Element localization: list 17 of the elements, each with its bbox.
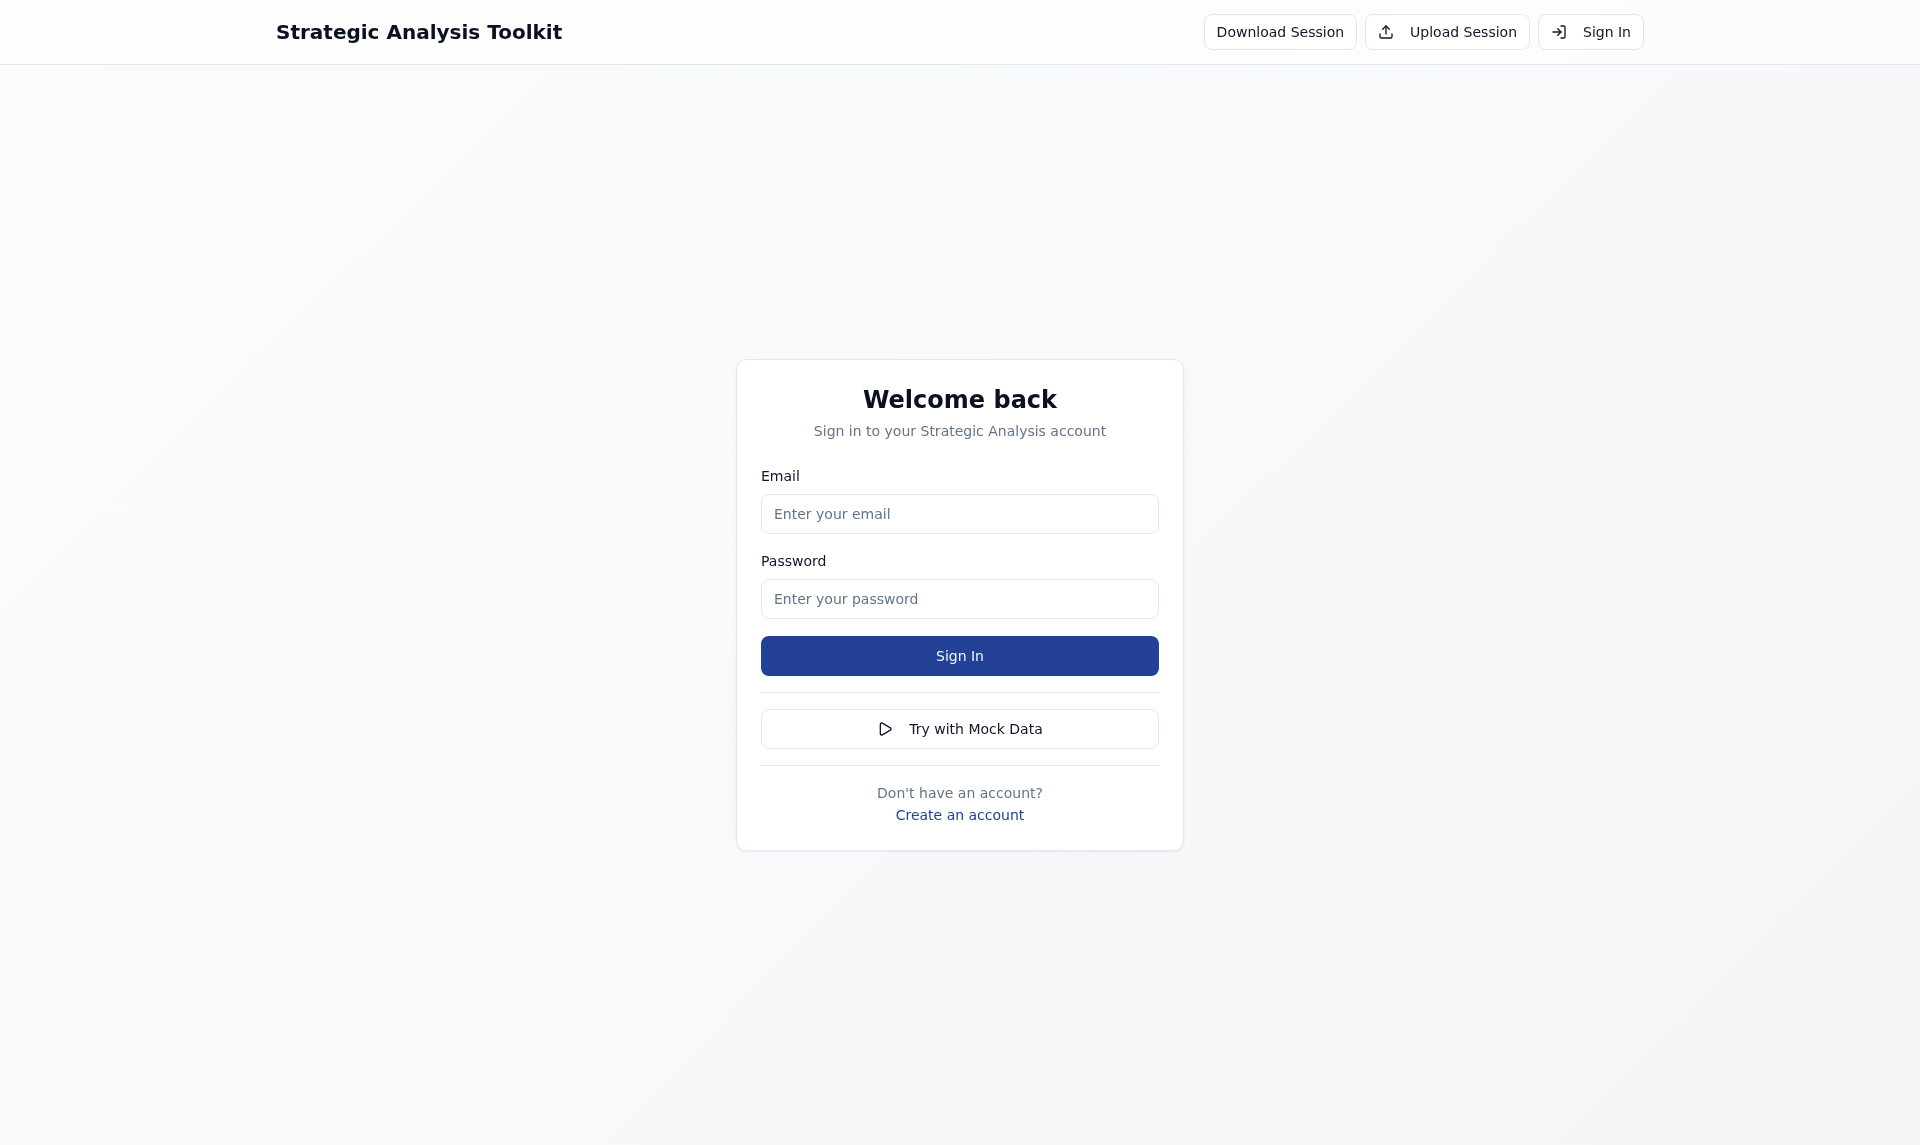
card-subtitle: Sign in to your Strategic Analysis account — [812, 422, 1108, 441]
card-title: Welcome back — [861, 385, 1058, 416]
upload-session-button[interactable]: Upload Session — [1365, 14, 1530, 50]
account-prompt: Don't have an account? — [877, 784, 1043, 803]
input-field[interactable]: Enter your password — [761, 579, 1159, 619]
input-field[interactable]: Enter your email — [761, 494, 1159, 534]
mock-data-button[interactable]: Try with Mock Data — [761, 709, 1159, 749]
download-session-button[interactable]: Download Session — [1203, 14, 1358, 50]
sign-in-icon — [1551, 24, 1567, 40]
sign-in-submit-button[interactable]: Sign In — [761, 636, 1159, 676]
sign-in-button[interactable]: Sign In — [1538, 14, 1644, 50]
upload-icon — [1378, 24, 1395, 40]
field-label: Password — [761, 552, 828, 571]
play-icon — [877, 721, 894, 737]
create-account-link[interactable]: Create an account — [895, 805, 1025, 825]
field-label: Email — [761, 467, 801, 486]
app-title: Strategic Analysis Toolkit — [276, 19, 563, 46]
